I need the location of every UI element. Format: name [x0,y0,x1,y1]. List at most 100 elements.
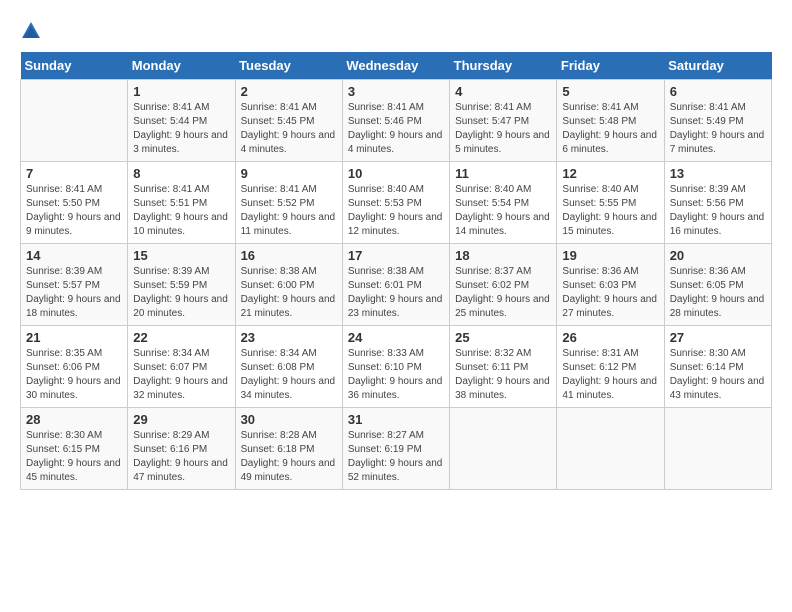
day-info: Sunrise: 8:34 AM Sunset: 6:08 PM Dayligh… [241,347,337,403]
day-info: Sunrise: 8:41 AM Sunset: 5:46 PM Dayligh… [348,101,444,157]
calendar-cell: 7 Sunrise: 8:41 AM Sunset: 5:50 PM Daylig… [21,162,128,244]
day-number: 21 [26,330,122,345]
calendar-cell: 5 Sunrise: 8:41 AM Sunset: 5:48 PM Daylig… [557,80,664,162]
day-number: 2 [241,84,337,99]
logo-icon [20,20,42,42]
calendar-cell: 12Sunrise: 8:40 AM Sunset: 5:55 PM Dayli… [557,162,664,244]
day-info: Sunrise: 8:41 AM Sunset: 5:47 PM Dayligh… [455,101,551,157]
calendar-cell: 24 Sunrise: 8:33 AM Sunset: 6:10 PM Dayli… [342,326,449,408]
day-info: Sunrise: 8:40 AM Sunset: 5:53 PM Dayligh… [348,183,444,239]
calendar-cell: 17Sunrise: 8:38 AM Sunset: 6:01 PM Dayli… [342,244,449,326]
day-number: 1 [133,84,229,99]
day-number: 15 [133,248,229,263]
day-number: 10 [348,166,444,181]
calendar-cell [21,80,128,162]
calendar-cell: 6 Sunrise: 8:41 AM Sunset: 5:49 PM Daylig… [664,80,771,162]
calendar-cell [450,408,557,490]
week-row-5: 28 Sunrise: 8:30 AM Sunset: 6:15 PM Dayli… [21,408,772,490]
calendar-cell: 8 Sunrise: 8:41 AM Sunset: 5:51 PM Daylig… [128,162,235,244]
col-header-wednesday: Wednesday [342,52,449,80]
day-info: Sunrise: 8:41 AM Sunset: 5:45 PM Dayligh… [241,101,337,157]
calendar-cell: 30 Sunrise: 8:28 AM Sunset: 6:18 PM Dayli… [235,408,342,490]
day-info: Sunrise: 8:37 AM Sunset: 6:02 PM Dayligh… [455,265,551,321]
calendar-cell: 20 Sunrise: 8:36 AM Sunset: 6:05 PM Dayli… [664,244,771,326]
calendar-cell [664,408,771,490]
day-info: Sunrise: 8:34 AM Sunset: 6:07 PM Dayligh… [133,347,229,403]
day-info: Sunrise: 8:41 AM Sunset: 5:50 PM Dayligh… [26,183,122,239]
day-info: Sunrise: 8:41 AM Sunset: 5:49 PM Dayligh… [670,101,766,157]
day-number: 9 [241,166,337,181]
day-info: Sunrise: 8:40 AM Sunset: 5:54 PM Dayligh… [455,183,551,239]
col-header-monday: Monday [128,52,235,80]
day-info: Sunrise: 8:32 AM Sunset: 6:11 PM Dayligh… [455,347,551,403]
calendar-cell: 14 Sunrise: 8:39 AM Sunset: 5:57 PM Dayli… [21,244,128,326]
calendar-cell: 22 Sunrise: 8:34 AM Sunset: 6:07 PM Dayli… [128,326,235,408]
day-number: 27 [670,330,766,345]
calendar-cell: 13 Sunrise: 8:39 AM Sunset: 5:56 PM Dayli… [664,162,771,244]
calendar-cell: 9Sunrise: 8:41 AM Sunset: 5:52 PM Daylig… [235,162,342,244]
col-header-thursday: Thursday [450,52,557,80]
calendar-cell: 21Sunrise: 8:35 AM Sunset: 6:06 PM Dayli… [21,326,128,408]
week-row-4: 21Sunrise: 8:35 AM Sunset: 6:06 PM Dayli… [21,326,772,408]
calendar-cell: 28 Sunrise: 8:30 AM Sunset: 6:15 PM Dayli… [21,408,128,490]
day-number: 11 [455,166,551,181]
week-row-2: 7 Sunrise: 8:41 AM Sunset: 5:50 PM Daylig… [21,162,772,244]
day-info: Sunrise: 8:41 AM Sunset: 5:48 PM Dayligh… [562,101,658,157]
day-info: Sunrise: 8:36 AM Sunset: 6:05 PM Dayligh… [670,265,766,321]
col-header-sunday: Sunday [21,52,128,80]
calendar-cell: 3 Sunrise: 8:41 AM Sunset: 5:46 PM Daylig… [342,80,449,162]
day-number: 3 [348,84,444,99]
day-number: 26 [562,330,658,345]
col-header-tuesday: Tuesday [235,52,342,80]
day-number: 18 [455,248,551,263]
day-info: Sunrise: 8:36 AM Sunset: 6:03 PM Dayligh… [562,265,658,321]
day-info: Sunrise: 8:28 AM Sunset: 6:18 PM Dayligh… [241,429,337,485]
logo [20,20,46,42]
calendar-cell: 16Sunrise: 8:38 AM Sunset: 6:00 PM Dayli… [235,244,342,326]
calendar-cell: 27 Sunrise: 8:30 AM Sunset: 6:14 PM Dayli… [664,326,771,408]
day-number: 13 [670,166,766,181]
day-number: 8 [133,166,229,181]
day-number: 19 [562,248,658,263]
day-info: Sunrise: 8:39 AM Sunset: 5:56 PM Dayligh… [670,183,766,239]
day-info: Sunrise: 8:41 AM Sunset: 5:51 PM Dayligh… [133,183,229,239]
calendar-cell: 26 Sunrise: 8:31 AM Sunset: 6:12 PM Dayli… [557,326,664,408]
day-number: 22 [133,330,229,345]
day-number: 4 [455,84,551,99]
day-info: Sunrise: 8:33 AM Sunset: 6:10 PM Dayligh… [348,347,444,403]
day-number: 25 [455,330,551,345]
day-number: 6 [670,84,766,99]
calendar-cell: 31 Sunrise: 8:27 AM Sunset: 6:19 PM Dayli… [342,408,449,490]
day-number: 5 [562,84,658,99]
day-number: 23 [241,330,337,345]
col-header-friday: Friday [557,52,664,80]
day-number: 17 [348,248,444,263]
week-row-1: 1 Sunrise: 8:41 AM Sunset: 5:44 PM Daylig… [21,80,772,162]
day-info: Sunrise: 8:30 AM Sunset: 6:15 PM Dayligh… [26,429,122,485]
day-info: Sunrise: 8:27 AM Sunset: 6:19 PM Dayligh… [348,429,444,485]
day-number: 31 [348,412,444,427]
calendar-cell: 11 Sunrise: 8:40 AM Sunset: 5:54 PM Dayli… [450,162,557,244]
day-info: Sunrise: 8:31 AM Sunset: 6:12 PM Dayligh… [562,347,658,403]
day-info: Sunrise: 8:39 AM Sunset: 5:57 PM Dayligh… [26,265,122,321]
day-info: Sunrise: 8:41 AM Sunset: 5:44 PM Dayligh… [133,101,229,157]
day-number: 20 [670,248,766,263]
col-header-saturday: Saturday [664,52,771,80]
calendar-cell: 19 Sunrise: 8:36 AM Sunset: 6:03 PM Dayli… [557,244,664,326]
calendar-header-row: SundayMondayTuesdayWednesdayThursdayFrid… [21,52,772,80]
calendar-cell: 15Sunrise: 8:39 AM Sunset: 5:59 PM Dayli… [128,244,235,326]
day-number: 7 [26,166,122,181]
day-info: Sunrise: 8:38 AM Sunset: 6:00 PM Dayligh… [241,265,337,321]
day-number: 14 [26,248,122,263]
calendar-cell [557,408,664,490]
calendar-cell: 23 Sunrise: 8:34 AM Sunset: 6:08 PM Dayli… [235,326,342,408]
week-row-3: 14 Sunrise: 8:39 AM Sunset: 5:57 PM Dayli… [21,244,772,326]
calendar-table: SundayMondayTuesdayWednesdayThursdayFrid… [20,52,772,490]
calendar-cell: 18 Sunrise: 8:37 AM Sunset: 6:02 PM Dayli… [450,244,557,326]
day-number: 30 [241,412,337,427]
day-number: 24 [348,330,444,345]
day-number: 28 [26,412,122,427]
calendar-cell: 10 Sunrise: 8:40 AM Sunset: 5:53 PM Dayli… [342,162,449,244]
day-info: Sunrise: 8:30 AM Sunset: 6:14 PM Dayligh… [670,347,766,403]
calendar-cell: 4 Sunrise: 8:41 AM Sunset: 5:47 PM Daylig… [450,80,557,162]
